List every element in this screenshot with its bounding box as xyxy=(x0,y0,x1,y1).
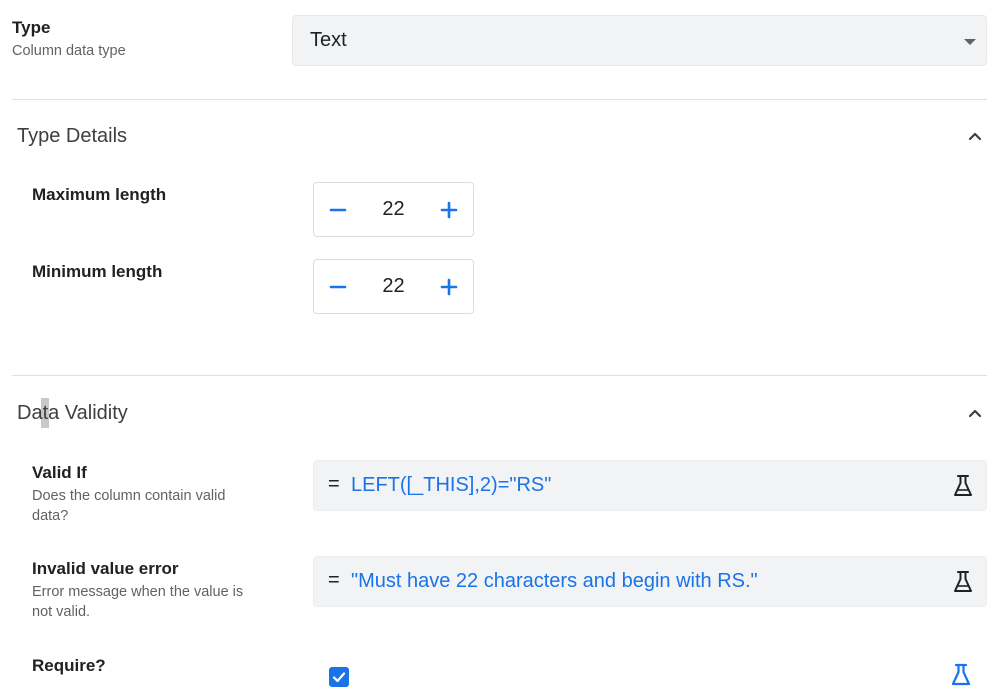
caret-down-icon xyxy=(964,39,976,45)
chevron-up-icon xyxy=(968,132,982,141)
valid-if-description-line2: data? xyxy=(32,508,69,524)
invalid-value-error-equals-sign: = xyxy=(328,569,340,591)
divider xyxy=(12,99,987,100)
require-label: Require? xyxy=(32,656,106,675)
max-length-decrement-button[interactable] xyxy=(314,183,362,236)
min-length-stepper[interactable]: 22 xyxy=(313,259,474,314)
type-select-value: Text xyxy=(310,29,347,51)
min-length-label: Minimum length xyxy=(32,262,163,281)
max-length-label: Maximum length xyxy=(32,185,167,204)
type-select[interactable]: Text xyxy=(292,15,987,66)
invalid-value-error-expression-field[interactable]: = "Must have 22 characters and begin wit… xyxy=(313,556,987,607)
valid-if-expression[interactable]: LEFT([_THIS],2)="RS" xyxy=(351,474,551,497)
valid-if-description-line1: Does the column contain valid xyxy=(32,488,226,504)
valid-if-equals-sign: = xyxy=(328,473,340,495)
type-details-title: Type Details xyxy=(17,125,128,147)
type-description: Column data type xyxy=(12,43,126,59)
min-length-decrement-button[interactable] xyxy=(314,260,362,313)
invalid-value-error-expression[interactable]: "Must have 22 characters and begin with … xyxy=(351,570,758,593)
plus-icon xyxy=(440,278,458,295)
min-length-increment-button[interactable] xyxy=(425,260,473,313)
invalid-value-error-description-line1: Error message when the value is xyxy=(32,584,244,600)
max-length-stepper[interactable]: 22 xyxy=(313,182,474,237)
chevron-up-icon xyxy=(968,409,982,418)
minus-icon xyxy=(329,285,347,288)
type-details-collapse-toggle[interactable] xyxy=(966,127,984,150)
checkmark-icon xyxy=(332,672,346,683)
min-length-value: 22 xyxy=(382,275,405,297)
minus-icon xyxy=(329,208,347,211)
flask-icon[interactable] xyxy=(950,663,972,687)
invalid-value-error-label: Invalid value error xyxy=(32,559,179,578)
require-checkbox[interactable] xyxy=(329,667,349,687)
invalid-value-error-description-line2: not valid. xyxy=(32,604,91,620)
valid-if-expression-field[interactable]: = LEFT([_THIS],2)="RS" xyxy=(313,460,987,511)
divider xyxy=(12,375,987,376)
type-label: Type xyxy=(12,18,51,37)
data-validity-collapse-toggle[interactable] xyxy=(966,404,984,427)
flask-icon[interactable] xyxy=(952,474,974,498)
flask-icon[interactable] xyxy=(952,570,974,594)
plus-icon xyxy=(440,201,458,218)
valid-if-label: Valid If xyxy=(32,463,87,482)
max-length-increment-button[interactable] xyxy=(425,183,473,236)
max-length-value: 22 xyxy=(382,198,405,220)
data-validity-title: Data Validity xyxy=(17,402,128,424)
